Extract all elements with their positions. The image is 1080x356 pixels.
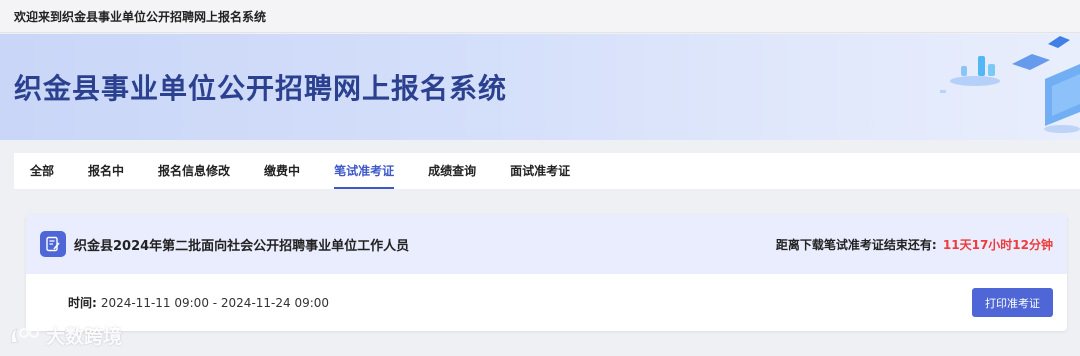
download-countdown: 距离下载笔试准考证结束还有: 11天17小时12分钟 [776, 236, 1053, 253]
tab-registering[interactable]: 报名中 [88, 153, 124, 189]
print-admission-ticket-button[interactable]: 打印准考证 [972, 288, 1053, 317]
tab-bar: 全部 报名中 报名信息修改 缴费中 笔试准考证 成绩查询 面试准考证 [14, 153, 1080, 189]
tab-written-exam-admission[interactable]: 笔试准考证 [334, 153, 395, 189]
exam-card-body: 时间: 2024-11-11 09:00 - 2024-11-24 09:00 … [26, 274, 1067, 331]
exam-card-header: 织金县2024年第二批面向社会公开招聘事业单位工作人员 距离下载笔试准考证结束还… [26, 214, 1067, 274]
watermark-text: 大数跨境 [46, 326, 123, 348]
time-label: 时间: [68, 296, 97, 310]
welcome-text: 欢迎来到织金县事业单位公开招聘网上报名系统 [14, 9, 267, 24]
tab-all[interactable]: 全部 [30, 153, 54, 189]
system-title: 织金县事业单位公开招聘网上报名系统 [14, 72, 508, 105]
tab-interview-admission[interactable]: 面试准考证 [510, 153, 570, 189]
watermark-logo-icon [10, 327, 39, 343]
exam-title: 织金县2024年第二批面向社会公开招聘事业单位工作人员 [74, 238, 410, 254]
watermark: 大数跨境 [8, 322, 122, 349]
countdown-value: 11天17小时12分钟 [942, 237, 1053, 252]
time-range: 2024-11-11 09:00 - 2024-11-24 09:00 [100, 295, 330, 310]
countdown-label: 距离下载笔试准考证结束还有: [775, 237, 937, 252]
tab-edit-registration[interactable]: 报名信息修改 [158, 153, 230, 189]
tab-payment[interactable]: 缴费中 [264, 153, 300, 189]
document-edit-icon [40, 231, 66, 257]
banner-illustration-icon [940, 36, 1080, 133]
header-banner: 织金县事业单位公开招聘网上报名系统 [0, 34, 1080, 140]
tab-score-query[interactable]: 成绩查询 [428, 153, 476, 189]
welcome-bar: 欢迎来到织金县事业单位公开招聘网上报名系统 [0, 0, 1080, 33]
exam-card: 织金县2024年第二批面向社会公开招聘事业单位工作人员 距离下载笔试准考证结束还… [26, 214, 1067, 331]
